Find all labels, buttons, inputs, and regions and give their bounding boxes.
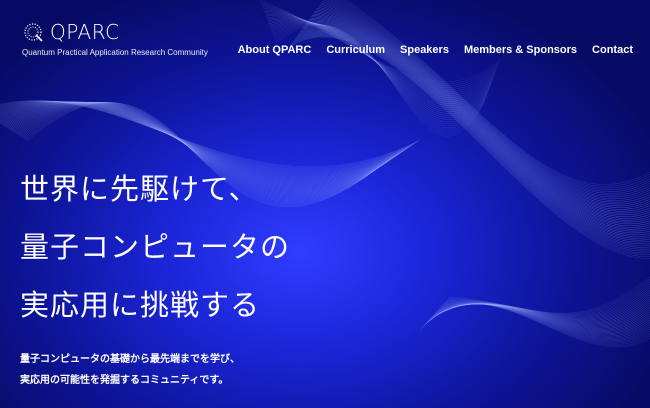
hero-headline-line: 世界に先駆けて、 bbox=[20, 172, 259, 206]
hero-headline-line: 量子コンピュータの bbox=[20, 230, 291, 264]
hero-headline: 世界に先駆けて、 量子コンピュータの 実応用に挑戦する bbox=[20, 160, 290, 334]
brand-tagline: Quantum Practical Application Research C… bbox=[22, 48, 208, 57]
site-logo[interactable]: QPARC Quantum Practical Application Rese… bbox=[22, 20, 262, 64]
nav-item-curriculum[interactable]: Curriculum bbox=[326, 44, 385, 56]
nav-item-contact[interactable]: Contact bbox=[592, 44, 633, 56]
main-nav: About QPARC Curriculum Speakers Members … bbox=[238, 44, 633, 56]
nav-item-about[interactable]: About QPARC bbox=[238, 44, 312, 56]
qparc-logo-icon bbox=[24, 23, 43, 42]
nav-item-speakers[interactable]: Speakers bbox=[400, 44, 449, 56]
site-header: QPARC Quantum Practical Application Rese… bbox=[0, 0, 650, 70]
brand-name: QPARC bbox=[50, 20, 120, 44]
hero-lead-text: 量子コンピュータの基礎から最先端までを学び、 実応用の可能性を発掘するコミュニテ… bbox=[20, 349, 240, 391]
hero-lead-line: 実応用の可能性を発掘するコミュニティです。 bbox=[20, 375, 229, 386]
hero-headline-line: 実応用に挑戦する bbox=[20, 288, 261, 322]
hero-lead-line: 量子コンピュータの基礎から最先端までを学び、 bbox=[20, 354, 240, 365]
nav-item-members-sponsors[interactable]: Members & Sponsors bbox=[464, 44, 577, 56]
